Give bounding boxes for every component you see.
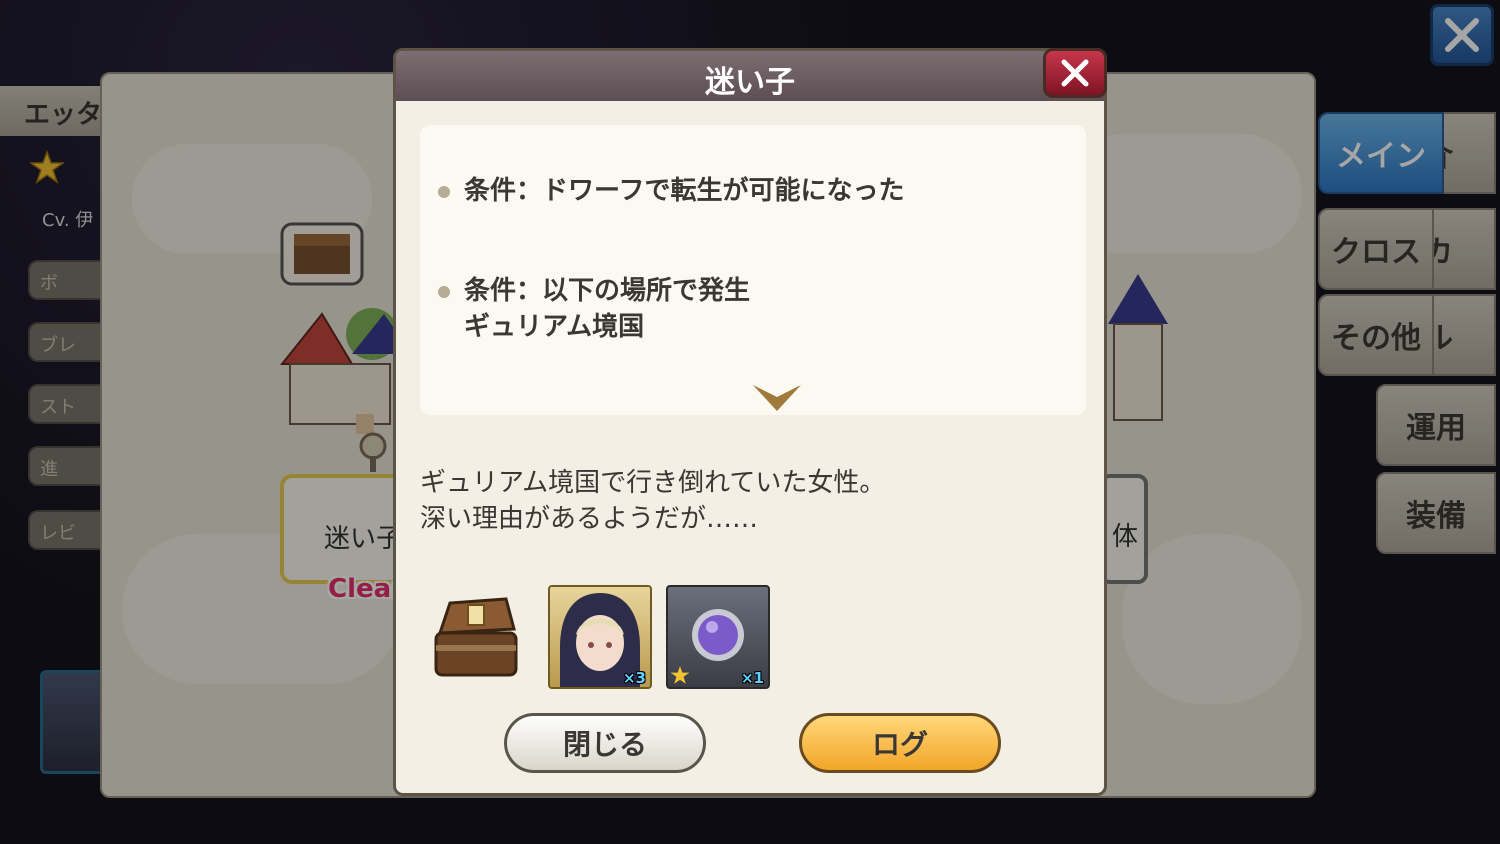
- condition-item: 条件：ドワーフで転生が可能になった: [438, 173, 904, 209]
- quest-detail-dialog: 迷い子 条件：ドワーフで転生が可能になった 条件：以下の場所で発生 ギュリアム境…: [393, 48, 1107, 796]
- log-button[interactable]: ログ: [799, 713, 1001, 773]
- reward-item-character[interactable]: ×3: [548, 585, 652, 689]
- condition-location: ギュリアム境国: [464, 312, 645, 342]
- reward-item-orb[interactable]: ×1: [666, 585, 770, 689]
- dialog-title-bar: 迷い子: [396, 51, 1104, 101]
- conditions-box: 条件：ドワーフで転生が可能になった 条件：以下の場所で発生 ギュリアム境国: [420, 125, 1086, 415]
- treasure-chest-icon: [434, 597, 518, 677]
- bullet-icon: [438, 285, 450, 298]
- condition-item: 条件：以下の場所で発生 ギュリアム境国: [438, 273, 750, 345]
- close-button[interactable]: 閉じる: [504, 713, 706, 773]
- dialog-title: 迷い子: [705, 65, 795, 100]
- close-icon: [1061, 59, 1089, 87]
- chevron-down-icon[interactable]: [753, 383, 801, 413]
- dialog-close-button[interactable]: [1043, 48, 1107, 98]
- bullet-icon: [438, 185, 450, 198]
- quest-description: ギュリアム境国で行き倒れていた女性。 深い理由があるようだが……: [420, 468, 886, 534]
- star-icon: [670, 666, 690, 684]
